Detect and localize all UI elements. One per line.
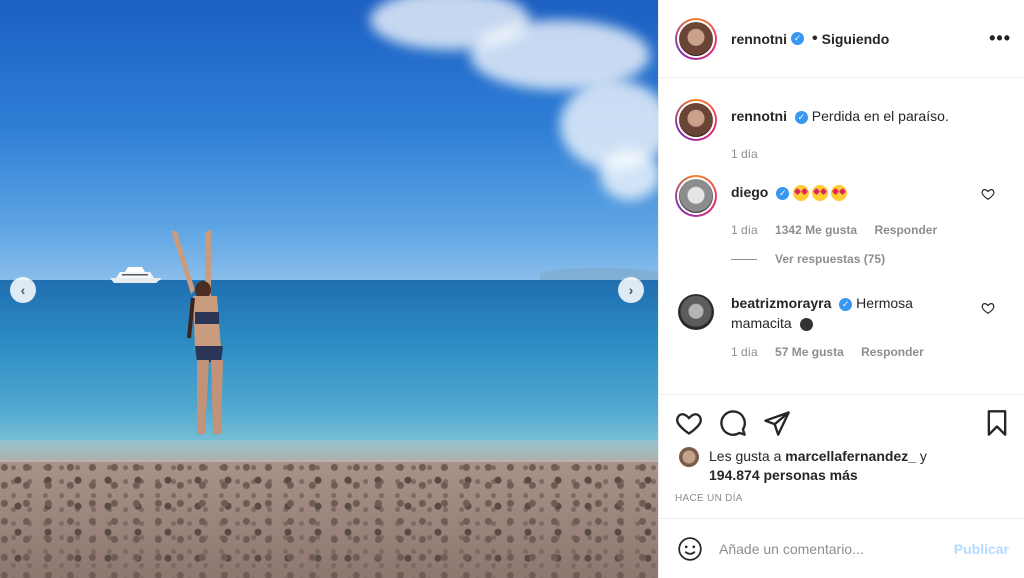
- photo-sea: [0, 280, 658, 460]
- star-struck-emoji-icon: [831, 185, 848, 202]
- caption-text: Perdida en el paraíso.: [811, 108, 949, 124]
- publish-button[interactable]: Publicar: [954, 541, 1009, 557]
- header-separator: •: [812, 29, 818, 47]
- photo-cloud: [600, 150, 658, 200]
- photo-person: [171, 230, 223, 434]
- comment-username[interactable]: diego: [731, 184, 768, 200]
- post-photo[interactable]: ‹ ›: [0, 0, 658, 578]
- liked-by-user[interactable]: marcellafernandez_: [785, 448, 916, 464]
- caption-avatar[interactable]: [675, 99, 717, 141]
- comment-input[interactable]: [719, 540, 939, 557]
- comment-time[interactable]: 1 día: [731, 223, 758, 237]
- next-photo-button[interactable]: ›: [618, 277, 644, 303]
- save-bookmark-icon[interactable]: [983, 409, 1011, 437]
- post-caption: rennotni ✓ Perdida en el paraíso. 1 día: [675, 99, 1015, 161]
- post-sidebar: rennotni ✓ • Siguiendo ••• rennotni ✓ Pe…: [658, 0, 1024, 578]
- caption-username[interactable]: rennotni: [731, 108, 787, 124]
- reply-button[interactable]: Responder: [861, 345, 924, 359]
- comment-bubble-icon[interactable]: [719, 409, 747, 437]
- comment-likes[interactable]: 1342 Me gusta: [775, 223, 857, 237]
- view-replies-label: Ver respuestas (75): [775, 252, 886, 266]
- post-header: rennotni ✓ • Siguiendo •••: [659, 0, 1024, 78]
- caption-time[interactable]: 1 día: [731, 147, 758, 161]
- like-comment-heart-icon[interactable]: [981, 301, 995, 315]
- comment-avatar[interactable]: [675, 175, 717, 217]
- comment-username[interactable]: beatrizmorayra: [731, 295, 831, 311]
- verified-badge-icon: ✓: [776, 186, 790, 200]
- post-timestamp[interactable]: HACE UN DÍA: [675, 493, 743, 504]
- more-options-button[interactable]: •••: [989, 28, 1011, 49]
- comment-avatar[interactable]: [675, 291, 717, 333]
- chevron-left-icon: ‹: [20, 282, 26, 298]
- photo-yacht: [110, 267, 162, 283]
- like-heart-icon[interactable]: [675, 409, 703, 437]
- comments-list[interactable]: rennotni ✓ Perdida en el paraíso. 1 día: [659, 79, 1024, 394]
- emoji-smiley-icon[interactable]: [677, 536, 703, 562]
- view-replies-button[interactable]: Ver respuestas (75): [731, 252, 885, 266]
- chevron-right-icon: ›: [628, 282, 634, 298]
- verified-badge-icon: ✓: [794, 110, 808, 124]
- author-username[interactable]: rennotni: [731, 31, 787, 47]
- add-comment-bar: Publicar: [659, 518, 1024, 578]
- following-button[interactable]: Siguiendo: [822, 31, 890, 47]
- verified-badge-icon: ✓: [839, 297, 853, 311]
- verified-badge-icon: ✓: [791, 32, 804, 45]
- previous-photo-button[interactable]: ‹: [10, 277, 36, 303]
- liked-by-avatar[interactable]: [679, 447, 699, 467]
- instagram-post-modal: ‹ › rennotni ✓ • Siguiendo ••• rennotni …: [0, 0, 1024, 578]
- star-struck-emoji-icon: [793, 185, 810, 202]
- star-struck-emoji-icon: [812, 185, 829, 202]
- comment-time[interactable]: 1 día: [731, 345, 758, 359]
- liked-by-and: y: [919, 448, 927, 464]
- comment-item: beatrizmorayra ✓ Hermosa mamacita 1 día …: [675, 291, 1015, 359]
- bomb-emoji-icon: [799, 317, 813, 331]
- comment-item: diego ✓ 1 día 1342 Me gusta Responder: [675, 175, 1015, 237]
- replies-divider: [731, 258, 757, 260]
- liked-by-summary: Les gusta a marcellafernandez_ y 194.874…: [679, 447, 927, 485]
- post-actions: Les gusta a marcellafernandez_ y 194.874…: [659, 394, 1024, 518]
- like-comment-heart-icon[interactable]: [981, 187, 995, 201]
- reply-button[interactable]: Responder: [874, 223, 937, 237]
- comment-likes[interactable]: 57 Me gusta: [775, 345, 844, 359]
- author-avatar[interactable]: [675, 17, 717, 60]
- liked-by-prefix: Les gusta a: [709, 448, 782, 464]
- photo-beach: [0, 462, 658, 578]
- likes-count[interactable]: 194.874 personas más: [709, 467, 858, 483]
- share-paper-plane-icon[interactable]: [763, 409, 791, 437]
